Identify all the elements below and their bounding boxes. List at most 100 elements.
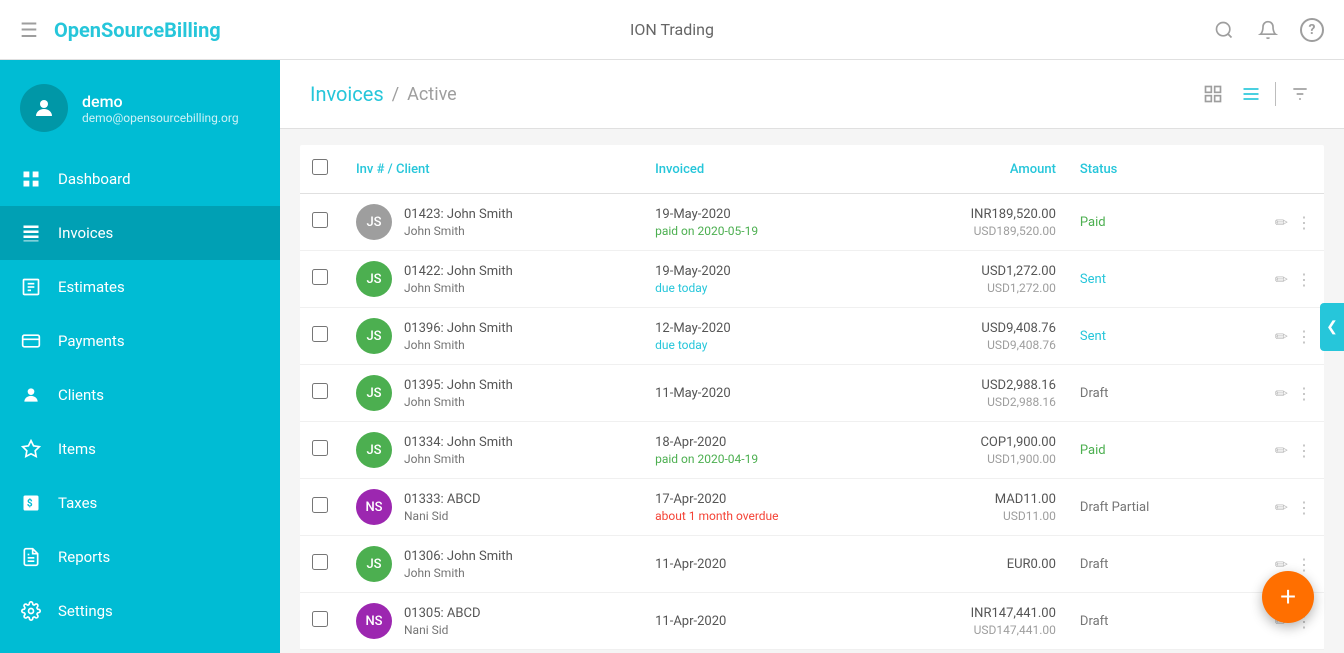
sidebar-item-dashboard[interactable]: Dashboard bbox=[0, 152, 280, 206]
client-name: Nani Sid bbox=[404, 509, 480, 523]
row-actions-cell: ✏ ⋮ bbox=[1222, 251, 1324, 308]
right-panel-toggle[interactable]: ❮ bbox=[1320, 303, 1344, 351]
page-header: Invoices / Active bbox=[280, 60, 1344, 129]
client-info: 01423: John Smith John Smith bbox=[404, 207, 513, 238]
grid-view-icon[interactable] bbox=[1199, 80, 1227, 108]
breadcrumb-active: Active bbox=[407, 84, 457, 105]
clients-icon bbox=[20, 384, 42, 406]
more-icon[interactable]: ⋮ bbox=[1296, 498, 1312, 517]
row-checkbox-cell[interactable] bbox=[300, 422, 344, 479]
amount-main: EUR0.00 bbox=[899, 557, 1056, 572]
amount-sub: USD2,988.16 bbox=[899, 395, 1056, 409]
client-name: John Smith bbox=[404, 224, 513, 238]
invoice-table: Inv # / Client Invoiced Amount Status JS… bbox=[300, 145, 1324, 650]
row-status-cell: Draft Partial bbox=[1068, 479, 1222, 536]
row-checkbox[interactable] bbox=[312, 326, 328, 342]
row-status-cell: Paid bbox=[1068, 422, 1222, 479]
more-icon[interactable]: ⋮ bbox=[1296, 441, 1312, 460]
username: demo bbox=[82, 92, 239, 111]
edit-icon[interactable]: ✏ bbox=[1275, 498, 1288, 517]
client-info: 01396: John Smith John Smith bbox=[404, 321, 513, 352]
svg-text:$: $ bbox=[27, 496, 33, 509]
row-date-cell: 19-May-2020 due today bbox=[643, 251, 887, 308]
sidebar-item-clients[interactable]: Clients bbox=[0, 368, 280, 422]
sidebar-item-estimates[interactable]: Estimates bbox=[0, 260, 280, 314]
inv-number: 01306: John Smith bbox=[404, 549, 513, 564]
edit-icon[interactable]: ✏ bbox=[1275, 441, 1288, 460]
amount-sub: USD1,900.00 bbox=[899, 452, 1056, 466]
client-info: 01395: John Smith John Smith bbox=[404, 378, 513, 409]
sidebar-item-items[interactable]: Items bbox=[0, 422, 280, 476]
dashboard-icon bbox=[20, 168, 42, 190]
row-checkbox-cell[interactable] bbox=[300, 308, 344, 365]
client-name: John Smith bbox=[404, 566, 513, 580]
date-sub: paid on 2020-05-19 bbox=[655, 224, 875, 238]
breadcrumb-invoices[interactable]: Invoices bbox=[310, 82, 384, 106]
add-invoice-button[interactable]: + bbox=[1262, 571, 1314, 623]
list-view-icon[interactable] bbox=[1237, 80, 1265, 108]
menu-icon[interactable]: ☰ bbox=[20, 18, 38, 42]
client-avatar: JS bbox=[356, 318, 392, 354]
row-checkbox[interactable] bbox=[312, 554, 328, 570]
row-checkbox[interactable] bbox=[312, 440, 328, 456]
client-avatar: JS bbox=[356, 546, 392, 582]
row-checkbox[interactable] bbox=[312, 212, 328, 228]
client-name: John Smith bbox=[404, 452, 513, 466]
edit-icon[interactable]: ✏ bbox=[1275, 270, 1288, 289]
sidebar-item-taxes[interactable]: $ Taxes bbox=[0, 476, 280, 530]
col-amount: Amount bbox=[887, 145, 1068, 194]
row-checkbox-cell[interactable] bbox=[300, 194, 344, 251]
table-row: NS 01305: ABCD Nani Sid 11-Apr-2020 INR1… bbox=[300, 593, 1324, 650]
client-info: 01305: ABCD Nani Sid bbox=[404, 606, 480, 637]
more-icon[interactable]: ⋮ bbox=[1296, 270, 1312, 289]
help-icon[interactable]: ? bbox=[1300, 18, 1324, 42]
sidebar-label-settings: Settings bbox=[58, 602, 113, 620]
row-checkbox[interactable] bbox=[312, 611, 328, 627]
row-date-cell: 17-Apr-2020 about 1 month overdue bbox=[643, 479, 887, 536]
amount-sub: USD11.00 bbox=[899, 509, 1056, 523]
row-checkbox[interactable] bbox=[312, 383, 328, 399]
amount-main: MAD11.00 bbox=[899, 492, 1056, 507]
table-row: JS 01334: John Smith John Smith 18-Apr-2… bbox=[300, 422, 1324, 479]
row-checkbox[interactable] bbox=[312, 497, 328, 513]
items-icon bbox=[20, 438, 42, 460]
row-date-cell: 11-May-2020 bbox=[643, 365, 887, 422]
table-container: Inv # / Client Invoiced Amount Status JS… bbox=[280, 129, 1344, 653]
row-checkbox-cell[interactable] bbox=[300, 251, 344, 308]
more-icon[interactable]: ⋮ bbox=[1296, 327, 1312, 346]
select-all-checkbox[interactable] bbox=[312, 159, 328, 175]
more-icon[interactable]: ⋮ bbox=[1296, 213, 1312, 232]
row-actions-cell: ✏ ⋮ bbox=[1222, 308, 1324, 365]
row-status-cell: Draft bbox=[1068, 593, 1222, 650]
edit-icon[interactable]: ✏ bbox=[1275, 213, 1288, 232]
date-main: 19-May-2020 bbox=[655, 207, 875, 222]
filter-icon[interactable] bbox=[1286, 80, 1314, 108]
row-amount-cell: MAD11.00 USD11.00 bbox=[887, 479, 1068, 536]
amount-main: USD2,988.16 bbox=[899, 378, 1056, 393]
row-actions-cell: ✏ ⋮ bbox=[1222, 422, 1324, 479]
row-checkbox[interactable] bbox=[312, 269, 328, 285]
row-checkbox-cell[interactable] bbox=[300, 593, 344, 650]
sidebar-item-payments[interactable]: Payments bbox=[0, 314, 280, 368]
client-avatar: JS bbox=[356, 375, 392, 411]
date-main: 17-Apr-2020 bbox=[655, 492, 875, 507]
more-icon[interactable]: ⋮ bbox=[1296, 384, 1312, 403]
sidebar-label-taxes: Taxes bbox=[58, 494, 97, 512]
row-client-cell: JS 01423: John Smith John Smith bbox=[344, 194, 643, 251]
edit-icon[interactable]: ✏ bbox=[1275, 384, 1288, 403]
row-date-cell: 12-May-2020 due today bbox=[643, 308, 887, 365]
client-name: John Smith bbox=[404, 281, 513, 295]
topbar: ☰ OpenSourceBilling ION Trading ? bbox=[0, 0, 1344, 60]
row-checkbox-cell[interactable] bbox=[300, 479, 344, 536]
inv-number: 01334: John Smith bbox=[404, 435, 513, 450]
notification-icon[interactable] bbox=[1256, 18, 1280, 42]
search-icon[interactable] bbox=[1212, 18, 1236, 42]
edit-icon[interactable]: ✏ bbox=[1275, 327, 1288, 346]
sidebar-item-reports[interactable]: Reports bbox=[0, 530, 280, 584]
row-checkbox-cell[interactable] bbox=[300, 365, 344, 422]
sidebar-item-settings[interactable]: Settings bbox=[0, 584, 280, 638]
row-checkbox-cell[interactable] bbox=[300, 536, 344, 593]
sidebar-item-invoices[interactable]: Invoices bbox=[0, 206, 280, 260]
more-icon[interactable]: ⋮ bbox=[1296, 555, 1312, 574]
row-amount-cell: USD1,272.00 USD1,272.00 bbox=[887, 251, 1068, 308]
